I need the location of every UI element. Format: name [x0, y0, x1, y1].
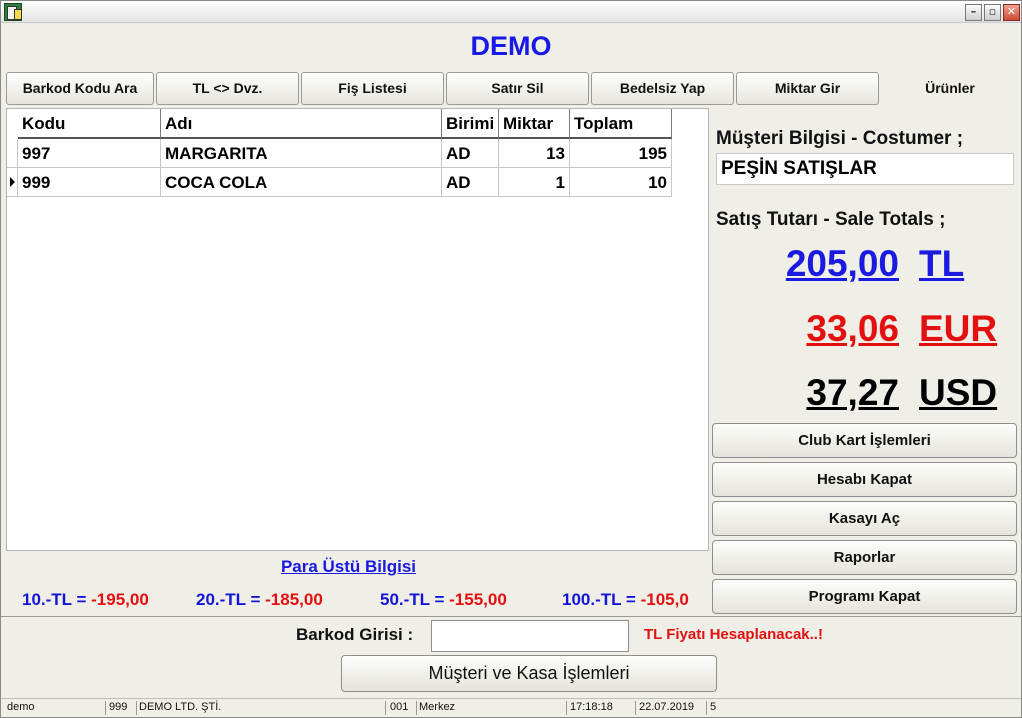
- column-header-birimi[interactable]: Birimi: [442, 109, 499, 139]
- change-value: -195,00: [91, 590, 149, 609]
- status-separator: [105, 701, 106, 715]
- status-separator: [635, 701, 636, 715]
- change-info-panel: Para Üstü Bilgisi 10.-TL = -195,00 20.-T…: [6, 552, 709, 614]
- change-denom: 20.-TL =: [196, 590, 261, 609]
- table-row[interactable]: 997 MARGARITA AD 13 195: [7, 139, 672, 168]
- title-bar: – ▫ ✕: [1, 1, 1021, 23]
- status-bar: demo 999 DEMO LTD. ŞTİ. 001 Merkez 17:18…: [1, 698, 1021, 717]
- change-item-100: 100.-TL = -105,0: [562, 590, 689, 610]
- customer-cash-operations-button[interactable]: Müşteri ve Kasa İşlemleri: [341, 655, 717, 692]
- total-tl-amount: 205,00: [785, 243, 899, 284]
- app-icon: [4, 3, 22, 21]
- change-value: -105,0: [640, 590, 689, 609]
- total-usd-amount: 37,27: [806, 372, 899, 413]
- status-separator: [706, 701, 707, 715]
- tab-bedelsiz-yap[interactable]: Bedelsiz Yap: [591, 72, 734, 105]
- change-denom: 50.-TL =: [380, 590, 445, 609]
- close-button[interactable]: ✕: [1003, 4, 1020, 21]
- cell-miktar[interactable]: 13: [499, 139, 570, 168]
- cell-birimi[interactable]: AD: [442, 168, 499, 197]
- sale-totals-title: Satış Tutarı - Sale Totals ;: [716, 209, 946, 230]
- reports-button[interactable]: Raporlar: [712, 540, 1017, 575]
- cell-adi[interactable]: COCA COLA: [161, 168, 442, 197]
- open-cash-drawer-button[interactable]: Kasayı Aç: [712, 501, 1017, 536]
- column-header-miktar[interactable]: Miktar: [499, 109, 570, 139]
- table-row[interactable]: 999 COCA COLA AD 1 10: [7, 168, 672, 197]
- total-eur-currency: EUR: [919, 308, 998, 349]
- tab-barkod-kodu-ara[interactable]: Barkod Kodu Ara: [6, 72, 154, 105]
- status-count: 5: [710, 701, 717, 713]
- customer-field[interactable]: PEŞİN SATIŞLAR: [716, 153, 1014, 185]
- change-denom: 100.-TL =: [562, 590, 636, 609]
- status-branch-name: Merkez: [419, 701, 456, 713]
- status-separator: [136, 701, 137, 715]
- grid-corner: [7, 109, 18, 139]
- cell-toplam[interactable]: 10: [570, 168, 672, 197]
- current-row-indicator-icon: [7, 168, 18, 197]
- status-separator: [416, 701, 417, 715]
- barcode-label: Barkod Girisi :: [296, 625, 414, 644]
- cell-kodu[interactable]: 997: [18, 139, 161, 168]
- status-user: demo: [7, 701, 35, 713]
- column-header-toplam[interactable]: Toplam: [570, 109, 672, 139]
- club-card-button[interactable]: Club Kart İşlemleri: [712, 423, 1017, 458]
- minimize-button[interactable]: –: [965, 4, 982, 21]
- total-tl-currency: TL: [919, 243, 965, 284]
- price-note: TL Fiyatı Hesaplanacak..!: [644, 626, 823, 643]
- cell-birimi[interactable]: AD: [442, 139, 499, 168]
- status-company-name: DEMO LTD. ŞTİ.: [139, 701, 222, 713]
- tab-fis-listesi[interactable]: Fiş Listesi: [301, 72, 444, 105]
- app-title: DEMO: [470, 31, 552, 61]
- customer-info-title: Müşteri Bilgisi - Costumer ;: [716, 128, 964, 149]
- tab-satir-sil[interactable]: Satır Sil: [446, 72, 589, 105]
- cell-toplam[interactable]: 195: [570, 139, 672, 168]
- barcode-input[interactable]: [431, 620, 629, 652]
- status-branch-code: 001: [390, 701, 409, 713]
- status-date: 22.07.2019: [639, 701, 695, 713]
- change-value: -155,00: [449, 590, 507, 609]
- change-denom: 10.-TL =: [22, 590, 87, 609]
- column-header-adi[interactable]: Adı: [161, 109, 442, 139]
- cell-kodu[interactable]: 999: [18, 168, 161, 197]
- change-info-title: Para Üstü Bilgisi: [280, 557, 417, 576]
- tab-miktar-gir[interactable]: Miktar Gir: [736, 72, 879, 105]
- status-separator: [385, 701, 386, 715]
- close-program-button[interactable]: Programı Kapat: [712, 579, 1017, 614]
- status-time: 17:18:18: [570, 701, 613, 713]
- tab-tl-dvz[interactable]: TL <> Dvz.: [156, 72, 299, 105]
- total-usd-currency: USD: [919, 372, 998, 413]
- change-value: -185,00: [265, 590, 323, 609]
- divider: [1, 616, 1021, 617]
- maximize-button[interactable]: ▫: [984, 4, 1001, 21]
- status-separator: [566, 701, 567, 715]
- cell-miktar[interactable]: 1: [499, 168, 570, 197]
- column-header-kodu[interactable]: Kodu: [18, 109, 161, 139]
- status-company-code: 999: [109, 701, 128, 713]
- change-item-50: 50.-TL = -155,00: [380, 590, 507, 610]
- pos-window: – ▫ ✕ DEMO Barkod Kodu Ara TL <> Dvz. Fi…: [0, 0, 1022, 718]
- tab-urunler[interactable]: Ürünler: [881, 72, 1019, 105]
- close-account-button[interactable]: Hesabı Kapat: [712, 462, 1017, 497]
- row-indicator: [7, 139, 18, 168]
- change-item-10: 10.-TL = -195,00: [22, 590, 149, 610]
- total-eur-amount: 33,06: [806, 308, 899, 349]
- cell-adi[interactable]: MARGARITA: [161, 139, 442, 168]
- sales-grid[interactable]: Kodu Adı Birimi Miktar Toplam 997 MARGAR…: [6, 108, 709, 551]
- change-item-20: 20.-TL = -185,00: [196, 590, 323, 610]
